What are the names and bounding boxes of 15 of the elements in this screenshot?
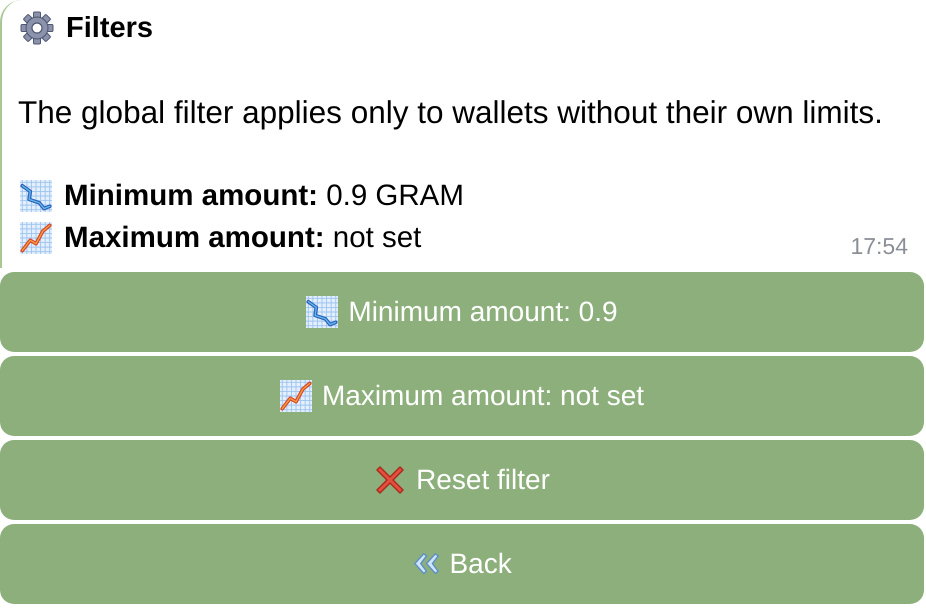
inline-keyboard-button[interactable]: Back <box>0 524 924 604</box>
inline-keyboard-button[interactable]: Reset filter <box>0 440 924 520</box>
message-time: 17:54 <box>850 233 908 259</box>
chart-up-icon <box>280 380 312 412</box>
gear-icon <box>20 11 54 45</box>
chart-down-icon <box>306 296 338 328</box>
chart-down-icon <box>20 180 52 212</box>
message-title: Filters <box>66 11 154 45</box>
inline-keyboard-button[interactable]: Minimum amount: 0.9 <box>0 272 924 352</box>
cross-icon <box>374 464 406 496</box>
filter-setting-text: Maximum amount: not set <box>64 220 422 256</box>
message-text: The global filter applies only to wallets without their own limits. <box>18 93 884 132</box>
inline-keyboard-button[interactable]: Maximum amount: not set <box>0 356 924 436</box>
chart-up-icon <box>20 222 52 254</box>
filter-setting-text: Minimum amount: 0.9 GRAM <box>64 178 464 214</box>
